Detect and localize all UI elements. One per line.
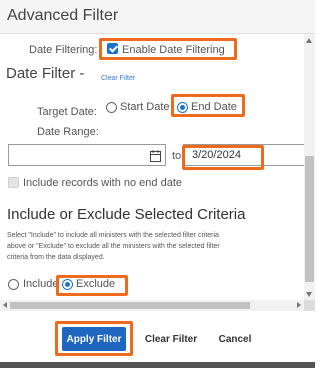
horizontal-scroll-thumb[interactable]: [10, 302, 250, 309]
criteria-heading: Include or Exclude Selected Criteria: [7, 206, 246, 223]
calendar-icon[interactable]: [150, 149, 161, 162]
no-end-date-checkbox[interactable]: [8, 177, 19, 188]
criteria-description-line-3: criteria from the data displayed.: [7, 254, 105, 261]
footer-shadow: [0, 362, 315, 368]
end-date-label[interactable]: End Date: [191, 101, 237, 113]
date-filtering-label: Date Filtering:: [29, 44, 98, 56]
criteria-description-line-1: Select "Include" to include all minister…: [7, 232, 219, 239]
end-date-input[interactable]: 3/20/2024: [183, 144, 304, 166]
scrollbar-corner: [304, 300, 315, 311]
enable-date-filtering-checkbox[interactable]: [107, 43, 118, 54]
no-end-date-label: Include records with no end date: [23, 177, 182, 189]
dialog-content: Date Filtering: Enable Date Filtering Da…: [0, 34, 304, 300]
end-date-value: 3/20/2024: [192, 149, 241, 161]
criteria-description-line-2: above or "Exclude" to exclude all the mi…: [7, 243, 220, 250]
include-radio[interactable]: [8, 279, 19, 290]
horizontal-scrollbar[interactable]: [0, 300, 304, 311]
scroll-right-arrow-icon[interactable]: [297, 302, 301, 308]
exclude-label[interactable]: Exclude: [76, 278, 115, 290]
target-date-label: Target Date:: [37, 106, 97, 118]
scroll-down-arrow-icon[interactable]: [306, 292, 312, 297]
date-range-separator: to: [172, 150, 182, 162]
enable-date-filtering-label[interactable]: Enable Date Filtering: [122, 44, 225, 56]
apply-filter-button[interactable]: Apply Filter: [62, 327, 126, 351]
start-date-label[interactable]: Start Date: [120, 101, 170, 113]
clear-filter-button[interactable]: Clear Filter: [143, 327, 199, 351]
scroll-left-arrow-icon[interactable]: [3, 302, 7, 308]
date-range-label: Date Range:: [37, 126, 99, 138]
vertical-scrollbar[interactable]: [304, 34, 315, 300]
vertical-scroll-thumb[interactable]: [305, 156, 314, 282]
date-filter-heading: Date Filter -: [6, 65, 85, 82]
include-label[interactable]: Include: [23, 278, 58, 290]
start-date-input[interactable]: [8, 144, 166, 166]
cancel-button[interactable]: Cancel: [215, 327, 255, 351]
end-date-radio[interactable]: [177, 102, 188, 113]
scroll-up-arrow-icon[interactable]: [306, 38, 312, 43]
dialog-titlebar: Advanced Filter: [0, 0, 315, 34]
exclude-radio[interactable]: [62, 279, 73, 290]
start-date-radio[interactable]: [106, 102, 117, 113]
dialog-title: Advanced Filter: [7, 7, 119, 24]
clear-filter-link[interactable]: Clear Filter: [101, 75, 135, 82]
